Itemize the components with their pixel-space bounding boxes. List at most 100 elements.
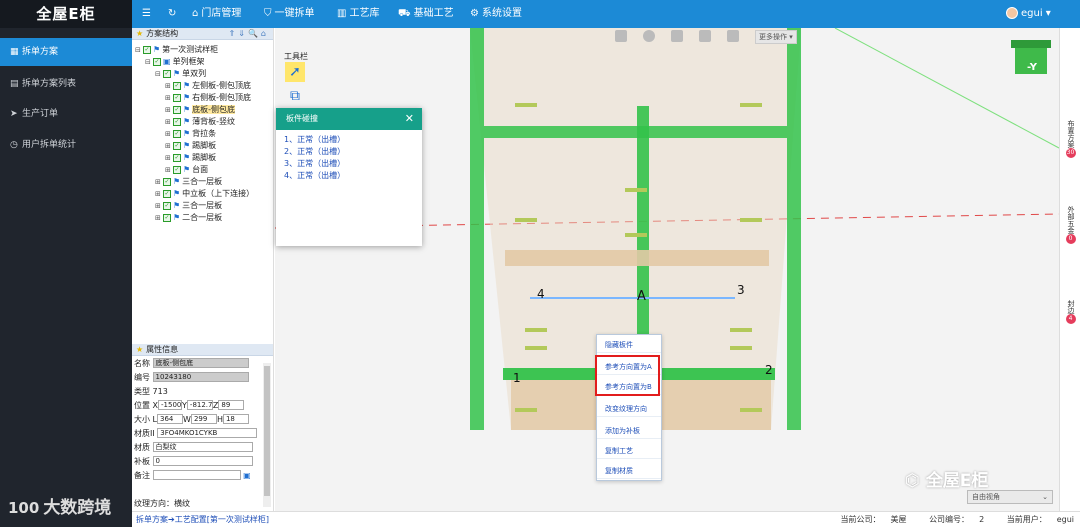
pos-z-field[interactable]: 89 (218, 400, 245, 410)
tree-node[interactable]: ⊞ ✓ ⚑ 背拉条 (165, 128, 216, 140)
flag-icon: ⚑ (183, 153, 191, 162)
copy-tool-icon[interactable]: ⧉ (285, 86, 305, 106)
tree-node[interactable]: ⊞ ✓ ⚑ 踢脚板 (165, 152, 216, 164)
pos-y-field[interactable]: -812.7 (186, 400, 213, 410)
menu-item-change-grain[interactable]: 改变纹理方向 (597, 401, 661, 417)
properties-scroll-thumb[interactable] (264, 366, 270, 496)
menu-item-copy-process[interactable]: 复制工艺 (597, 443, 661, 459)
tree-node[interactable]: ⊞ ✓ ⚑ 左侧板-侧包顶底 (165, 80, 251, 92)
nav-system-settings[interactable]: ⚙ 系统设置 (470, 0, 522, 28)
menu-item-hide-panel[interactable]: 隐藏板件 (597, 337, 661, 353)
sidebar-item-production-order[interactable]: ➤ 生产订单 (0, 100, 132, 128)
current-user-info: 当前用户： egui (1006, 515, 1074, 524)
tree-node-root[interactable]: ⊟ ✓ ⚑ 第一次测试样柜 (135, 44, 218, 56)
highlight-box (595, 355, 660, 396)
flag-icon: ⚑ (183, 165, 191, 174)
prop-name-field[interactable]: 底板-侧包底 (152, 358, 249, 368)
hamburger-icon[interactable]: ☰ (142, 0, 151, 28)
properties-header: ★ 属性信息 (132, 344, 273, 356)
prop-note-field[interactable] (152, 470, 241, 480)
refresh-icon[interactable]: ↻ (168, 0, 176, 28)
close-icon[interactable]: ✕ (405, 108, 414, 130)
watermark-right: ⌬ 全屋E柜 (905, 471, 989, 491)
flag-icon: ⚑ (183, 129, 191, 138)
user-menu[interactable]: egui ▾ (1006, 0, 1051, 28)
send-icon: ➤ (10, 109, 18, 119)
tree-node[interactable]: ⊞ ✓ ⚑ 踢脚板 (165, 140, 216, 152)
tree-node[interactable]: ⊞ ✓ ⚑ 台面 (165, 164, 208, 176)
nav-one-click-split[interactable]: ⛉ 一键拆单 (264, 0, 315, 28)
collision-item[interactable]: 4、正常（出槽） (284, 170, 345, 181)
sidebar-item-split-plan-list[interactable]: ▤ 拆单方案列表 (0, 70, 132, 98)
collision-item[interactable]: 2、正常（出槽） (284, 146, 345, 157)
menu-item-copy-material[interactable]: 复制材质 (597, 463, 661, 479)
tree-node[interactable]: ⊟ ✓ ▣ 单列框架 (145, 56, 205, 68)
toolbox-label: 工具栏 (284, 52, 308, 61)
corner-label-1: 1 (513, 371, 521, 385)
shield-icon: ⛉ (264, 8, 272, 19)
plan-structure-panel: ★ 方案结构 ⇑⇓🔍⌂ ⊟ ✓ ⚑ 第一次测试样柜 ⊟ ✓ ▣ 单列框架 ⊟ ✓ ⚑ 单双列 ⊞ ✓ ⚑ 左… (132, 28, 274, 344)
size-l-field[interactable]: 364 (157, 414, 184, 424)
collision-item[interactable]: 1、正常（出槽） (284, 134, 345, 145)
star-icon: ★ (136, 29, 144, 38)
cabinet-3d-scene: 4 A 3 1 2 (275, 28, 1059, 430)
size-w-field[interactable]: 299 (190, 414, 217, 424)
more-operations-button[interactable]: 更多操作 ▾ (755, 30, 797, 44)
company-info: 当前公司： 美屋 (840, 515, 907, 524)
nav-basic-process[interactable]: ⛟ 基础工艺 (398, 0, 454, 28)
prop-material-field[interactable]: 白梨纹 (152, 442, 253, 452)
prop-position-row: 位置 X -1500.Y -812.7Z 89 (134, 400, 245, 411)
prop-grain-value: 横纹 (174, 499, 190, 508)
tree-node[interactable]: ⊞ ✓ ⚑ 薄背板-竖纹 (165, 116, 235, 128)
company-code-info: 公司编号： 2 (929, 515, 985, 524)
tree-toolbar[interactable]: ⇑⇓🔍⌂ (229, 28, 269, 40)
tree-node[interactable]: ⊞ ✓ ⚑ 三合一层板 (155, 200, 222, 212)
tree-node[interactable]: ⊞ ✓ ⚑ 中立板（上下连接） (155, 188, 254, 200)
tab-external-hardware[interactable]: 外部五金 0 (1060, 206, 1080, 244)
view-mode-select[interactable]: 自由视角 ⌄ (967, 490, 1053, 504)
tree-node[interactable]: ⊞ ✓ ⚑ 三合一层板 (155, 176, 222, 188)
plan-structure-header: ★ 方案结构 ⇑⇓🔍⌂ (132, 28, 273, 40)
corner-label-2: 2 (765, 363, 773, 377)
sidebar-item-split-plan[interactable]: ▦ 拆单方案 (0, 38, 132, 66)
3d-viewport[interactable]: 4 A 3 1 2 更多操作 ▾ -Y 工具栏 ➚ ⧉ 自由视角 ⌄ ⌬ 全屋E柜 (275, 28, 1059, 511)
tree-node-selected[interactable]: ⊞ ✓ ⚑ 底板-侧包底 (165, 104, 236, 116)
prop-matcode-field[interactable]: 3FO4MKO1CYKB (157, 428, 258, 438)
sidebar-item-user-stats[interactable]: ◷ 用户拆单统计 (0, 131, 132, 159)
middle-divider-panel[interactable] (637, 106, 649, 371)
pos-x-field[interactable]: -1500. (158, 400, 183, 410)
collision-item[interactable]: 3、正常（出槽） (284, 158, 345, 169)
prop-name-row: 名称 底板-侧包底 (134, 358, 249, 369)
prop-code-field[interactable]: 10243180 (152, 372, 249, 382)
star-icon: ★ (136, 345, 144, 354)
left-side-panel[interactable] (470, 28, 484, 430)
tree-node[interactable]: ⊞ ✓ ⚑ 右侧板-侧包顶底 (165, 92, 251, 104)
chevron-down-icon: ▾ (1042, 8, 1051, 19)
prop-patch-field[interactable]: 0 (152, 456, 253, 466)
axis-cube-label: -Y (1027, 62, 1037, 73)
nav-process-library[interactable]: ▥ 工艺库 (337, 0, 379, 28)
select-tool-icon[interactable]: ➚ (285, 62, 305, 82)
gear-icon: ⚙ (470, 8, 479, 19)
sidebar: ▦ 拆单方案 ▤ 拆单方案列表 ➤ 生产订单 ◷ 用户拆单统计 (0, 28, 132, 527)
tab-layout-plan[interactable]: 布置方案 30 (1060, 120, 1080, 158)
upper-shelf[interactable] (484, 126, 787, 138)
tab-edge-banding[interactable]: 封边 4 (1060, 300, 1080, 324)
car-icon: ⛟ (398, 8, 411, 19)
tree-node[interactable]: ⊞ ✓ ⚑ 二合一层板 (155, 212, 222, 224)
right-side-panel[interactable] (787, 28, 801, 430)
breadcrumb[interactable]: 拆单方案➔工艺配置[第一次测试样柜] (136, 512, 269, 527)
prop-type-row: 类型 713 (134, 387, 168, 396)
menu-item-add-patch[interactable]: 添加为补板 (597, 423, 661, 439)
middle-shelf[interactable] (505, 250, 769, 266)
nav-store-management[interactable]: ⌂ 门店管理 (192, 0, 241, 28)
clock-icon: ◷ (10, 140, 18, 150)
save-icon[interactable]: ▣ (243, 471, 251, 480)
flag-icon: ⚑ (183, 81, 191, 90)
count-badge: 4 (1065, 314, 1076, 324)
prop-size-row: 大小 L 364 W 299 H 18 (134, 414, 249, 425)
flag-icon: ⚑ (173, 213, 181, 222)
tree-node[interactable]: ⊟ ✓ ⚑ 单双列 (155, 68, 206, 80)
corner-label-3: 3 (737, 283, 745, 297)
size-h-field[interactable]: 18 (222, 414, 249, 424)
